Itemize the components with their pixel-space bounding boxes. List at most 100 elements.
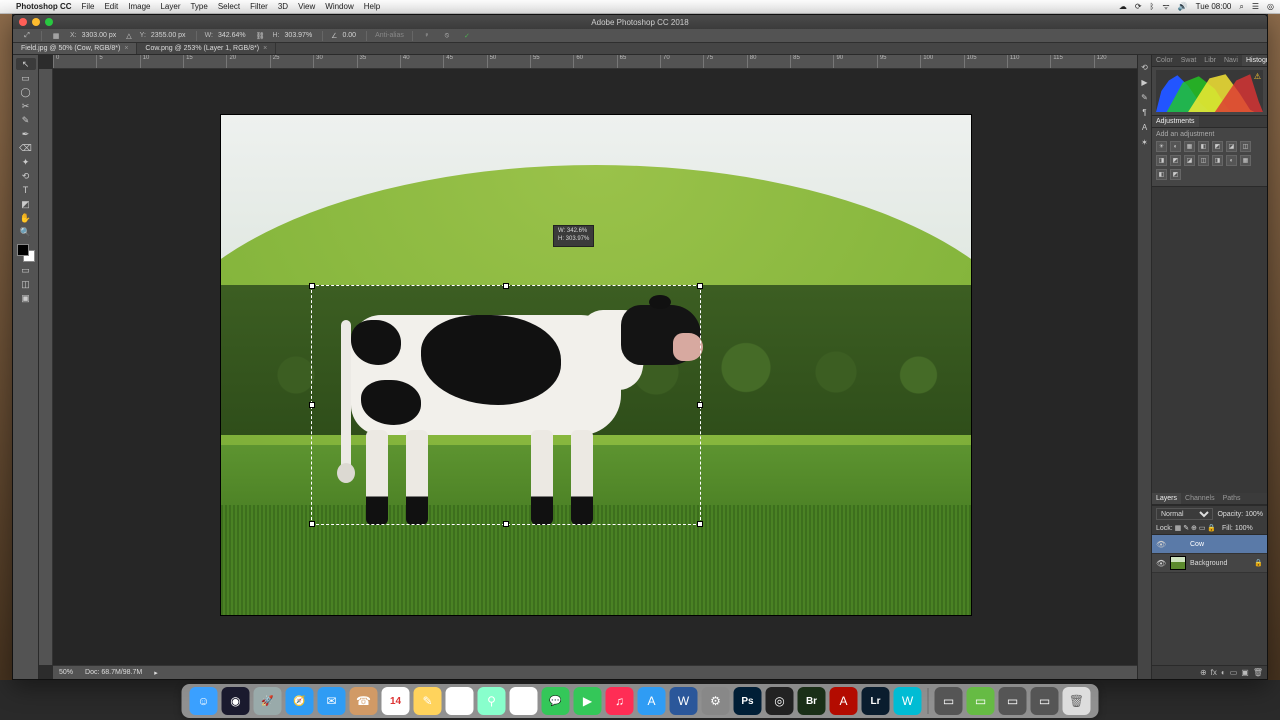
menu-file[interactable]: File (82, 2, 95, 11)
dock-app-bridge[interactable]: Br (798, 687, 826, 715)
menu-layer[interactable]: Layer (160, 2, 180, 11)
dock-app-obs[interactable]: ◎ (766, 687, 794, 715)
transform-tool-icon[interactable]: ⤢ (21, 30, 33, 42)
panel-icon[interactable]: ▶ (1141, 78, 1147, 87)
transform-handle[interactable] (697, 402, 703, 408)
menubar-icon[interactable]: ☁ (1119, 2, 1127, 11)
layer-thumbnail[interactable] (1170, 556, 1186, 570)
transform-bounding-box[interactable] (311, 285, 701, 525)
menubar-icon[interactable]: ⟳ (1135, 2, 1142, 11)
dock-app-app2[interactable]: W (894, 687, 922, 715)
layers-footer-button[interactable]: 🗑 (1253, 668, 1263, 677)
layers-footer-button[interactable]: ◐ (1221, 668, 1226, 677)
dock-folder4[interactable]: ▭ (1031, 687, 1059, 715)
menu-select[interactable]: Select (218, 2, 240, 11)
transform-handle[interactable] (503, 521, 509, 527)
warp-mode-icon[interactable]: ♀ (421, 30, 433, 42)
adjustment-preset-button[interactable]: ◐ (1170, 141, 1181, 152)
layers-footer-button[interactable]: fx (1211, 668, 1217, 677)
panel-icon[interactable]: A (1142, 123, 1147, 132)
menu-window[interactable]: Window (325, 2, 353, 11)
dock-folder2[interactable]: ▭ (967, 687, 995, 715)
dock-app-appstore[interactable]: A (638, 687, 666, 715)
commit-transform-button[interactable]: ✓ (461, 30, 473, 42)
histogram-warning-icon[interactable]: ⚠ (1254, 72, 1261, 81)
tool-button[interactable]: ◯ (16, 86, 36, 98)
adjustment-preset-button[interactable]: ◧ (1156, 169, 1167, 180)
transform-handle[interactable] (697, 521, 703, 527)
tool-button[interactable]: ◩ (16, 198, 36, 210)
dock-app-reminders[interactable]: ☑ (446, 687, 474, 715)
tool-button[interactable]: ⌫ (16, 142, 36, 154)
cancel-transform-button[interactable]: ⦸ (441, 30, 453, 42)
panel-tab[interactable]: Layers (1152, 493, 1181, 504)
adjustment-preset-button[interactable]: ◫ (1198, 155, 1209, 166)
close-tab-icon[interactable]: × (263, 45, 267, 52)
adjustment-preset-button[interactable]: ☀ (1156, 141, 1167, 152)
dock-app-lightroom[interactable]: Lr (862, 687, 890, 715)
ruler-horizontal[interactable]: 0510152025303540455055606570758085909510… (53, 55, 1137, 69)
tool-button[interactable]: ⟲ (16, 170, 36, 182)
layer-lock-icon[interactable]: 🔒 (1254, 559, 1263, 567)
dock-trash[interactable]: 🗑 (1063, 687, 1091, 715)
transform-angle[interactable]: 0.00 (340, 32, 358, 39)
panel-tab[interactable]: Navi (1220, 55, 1242, 66)
document-tab[interactable]: Cow.png @ 253% (Layer 1, RGB/8*)× (137, 43, 276, 54)
menubar-icon[interactable]: 🔊 (1178, 2, 1188, 11)
tool-button[interactable]: 🔍 (16, 226, 36, 238)
transform-y[interactable]: 2355.00 px (149, 32, 188, 39)
dock-app-settings[interactable]: ⚙ (702, 687, 730, 715)
adjustment-preset-button[interactable]: ◪ (1226, 141, 1237, 152)
status-arrow-icon[interactable]: ▸ (154, 669, 158, 677)
menu-filter[interactable]: Filter (250, 2, 268, 11)
layer-visibility-icon[interactable]: 👁 (1156, 559, 1166, 568)
panel-tab[interactable]: Libr (1200, 55, 1220, 66)
layers-footer-button[interactable]: ⊕ (1200, 668, 1207, 677)
dock-app-messages[interactable]: 💬 (542, 687, 570, 715)
dock-app-launchpad[interactable]: 🚀 (254, 687, 282, 715)
dock-app-maps[interactable]: ⚲ (478, 687, 506, 715)
document-tab[interactable]: Field.jpg @ 50% (Cow, RGB/8*)× (13, 43, 137, 54)
layer-name[interactable]: Background (1190, 560, 1227, 567)
transform-handle[interactable] (309, 283, 315, 289)
zoom-level[interactable]: 50% (59, 669, 73, 676)
ruler-vertical[interactable] (39, 69, 53, 665)
layer-row[interactable]: 👁 Background 🔒 (1152, 554, 1267, 573)
window-zoom-button[interactable] (45, 18, 53, 26)
doc-size[interactable]: Doc: 68.7M/98.7M (85, 669, 142, 676)
document-viewport[interactable]: W: 342.6% H: 303.97% (53, 69, 1137, 665)
adjustment-preset-button[interactable]: ◩ (1212, 141, 1223, 152)
swap-xy-icon[interactable]: △ (126, 32, 131, 40)
transform-handle[interactable] (309, 521, 315, 527)
spotlight-icon[interactable]: ⌕ (1239, 2, 1243, 12)
menu-3d[interactable]: 3D (278, 2, 288, 11)
link-wh-icon[interactable]: ⛓ (256, 32, 265, 40)
transform-handle[interactable] (503, 283, 509, 289)
control-center-icon[interactable]: ☰ (1252, 2, 1259, 11)
opacity-value[interactable]: 100% (1245, 511, 1263, 518)
menubar-icon[interactable]: ᛒ (1150, 2, 1155, 11)
anti-alias-label[interactable]: Anti-alias (375, 32, 404, 39)
tool-button[interactable]: ✒ (16, 128, 36, 140)
close-tab-icon[interactable]: × (124, 45, 128, 52)
color-swatches[interactable] (17, 244, 35, 262)
screen-mode-button[interactable]: ◫ (16, 278, 36, 290)
layers-footer-button[interactable]: ▭ (1230, 668, 1238, 677)
dock-app-safari[interactable]: 🧭 (286, 687, 314, 715)
adjustment-preset-button[interactable]: ◪ (1184, 155, 1195, 166)
adjustment-preset-button[interactable]: ▦ (1184, 141, 1195, 152)
dock-app-word[interactable]: W (670, 687, 698, 715)
panel-tab[interactable]: Channels (1181, 493, 1219, 504)
histogram-display[interactable]: ⚠ (1156, 70, 1263, 112)
transform-x[interactable]: 3303.00 px (80, 32, 119, 39)
panel-icon[interactable]: ¶ (1142, 108, 1146, 117)
panel-tab[interactable]: Histogram (1242, 55, 1268, 66)
adjustment-preset-button[interactable]: ◧ (1198, 141, 1209, 152)
adjustment-preset-button[interactable]: ◫ (1240, 141, 1251, 152)
fill-value[interactable]: 100% (1235, 525, 1253, 532)
panel-tab[interactable]: Paths (1219, 493, 1245, 504)
window-close-button[interactable] (19, 18, 27, 26)
transform-w[interactable]: 342.64% (216, 32, 248, 39)
menubar-icon[interactable]: ᯤ (1162, 1, 1169, 12)
adjustment-preset-button[interactable]: ▦ (1240, 155, 1251, 166)
